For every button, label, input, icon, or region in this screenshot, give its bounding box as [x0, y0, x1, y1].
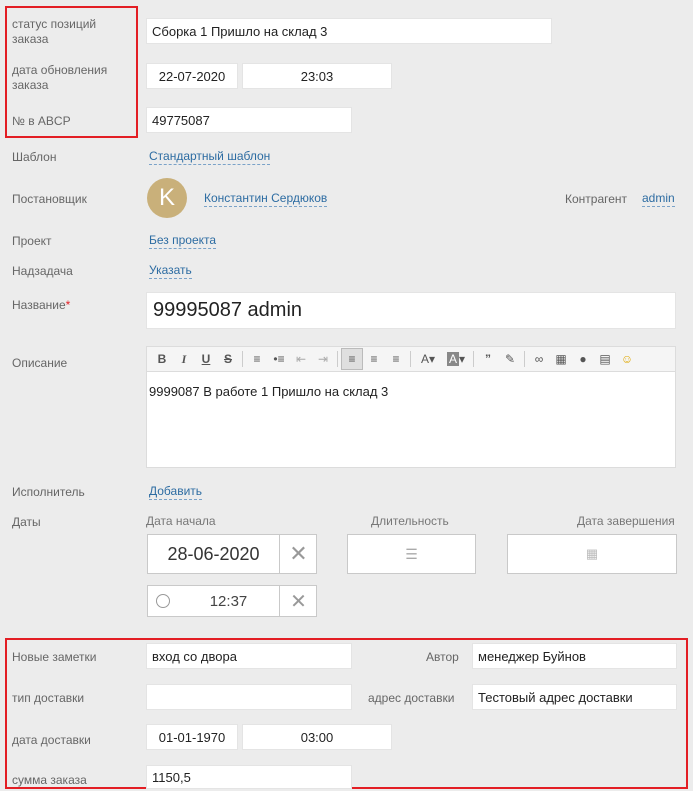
outdent-icon[interactable]: ⇤ [290, 348, 312, 370]
mention-user-icon[interactable]: ● [572, 348, 594, 370]
strikethrough-icon[interactable]: S [217, 348, 239, 370]
counterparty-label: Контрагент [565, 192, 628, 206]
sliders-icon: ☰ [405, 545, 418, 562]
abcp-input[interactable]: 49775087 [146, 107, 352, 133]
assignee-link[interactable]: Добавить [149, 484, 203, 500]
underline-icon[interactable]: U [195, 348, 217, 370]
delivery-date-input[interactable]: 01-01-1970 [146, 724, 238, 750]
delivery-date-label: дата доставки [12, 733, 91, 747]
duration-input[interactable]: ☰ [347, 534, 476, 574]
template-link[interactable]: Стандартный шаблон [149, 149, 271, 165]
update-date-label: дата обновления заказа [12, 63, 108, 92]
align-left-icon[interactable]: ≡ [341, 348, 363, 370]
description-label: Описание [12, 356, 68, 370]
start-date-label: Дата начала [146, 514, 216, 528]
project-link[interactable]: Без проекта [149, 233, 217, 249]
project-label: Проект [12, 234, 52, 248]
end-date-input[interactable]: ▦ [507, 534, 677, 574]
delivery-address-label: адрес доставки [368, 691, 455, 705]
update-date-input[interactable]: 22-07-2020 [146, 63, 238, 89]
clear-start-time-button[interactable]: ✕ [279, 586, 317, 616]
end-date-label: Дата завершения [577, 514, 675, 528]
align-right-icon[interactable]: ≡ [385, 348, 407, 370]
abcp-label: № в ABCP [12, 114, 71, 128]
background-color-icon[interactable]: A ▾ [442, 348, 470, 370]
link-icon[interactable]: ∞ [528, 348, 550, 370]
delivery-type-input[interactable] [146, 684, 352, 710]
avatar[interactable]: K [147, 178, 187, 218]
toolbar-divider [524, 351, 525, 367]
attachment-icon[interactable]: ▤ [594, 348, 616, 370]
description-editor[interactable]: 9999087 В работе 1 Пришло на склад 3 [146, 372, 676, 468]
author-input[interactable]: менеджер Буйнов [472, 643, 677, 669]
title-input[interactable]: 99995087 admin [146, 292, 676, 329]
counterparty-link[interactable]: admin [642, 191, 675, 207]
bold-icon[interactable]: B [151, 348, 173, 370]
close-icon: ✕ [289, 541, 308, 566]
template-label: Шаблон [12, 150, 57, 164]
toolbar-divider [473, 351, 474, 367]
order-sum-input[interactable]: 1150,5 [146, 765, 352, 789]
editor-toolbar: B I U S ≡ •≡ ⇤ ⇥ ≡ ≡ ≡ A▾ A ▾ ” ✎ ∞ ▦ ● ▤… [146, 346, 676, 372]
status-label: статус позиций заказа [12, 17, 97, 46]
code-icon[interactable]: ✎ [499, 348, 521, 370]
table-icon[interactable]: ▦ [550, 348, 572, 370]
status-input[interactable]: Сборка 1 Пришло на склад 3 [146, 18, 552, 44]
start-date-input[interactable]: 28-06-2020 ✕ [147, 534, 317, 574]
emoji-icon[interactable]: ☺ [616, 348, 638, 370]
title-label: Название* [12, 298, 71, 312]
update-time-input[interactable]: 23:03 [242, 63, 392, 89]
bullet-list-icon[interactable]: •≡ [268, 348, 290, 370]
indent-icon[interactable]: ⇥ [312, 348, 334, 370]
text-color-icon[interactable]: A▾ [414, 348, 442, 370]
delivery-time-input[interactable]: 03:00 [242, 724, 392, 750]
creator-label: Постановщик [12, 192, 87, 206]
clock-icon [156, 594, 170, 608]
quote-icon[interactable]: ” [477, 348, 499, 370]
delivery-address-input[interactable]: Тестовый адрес доставки [472, 684, 677, 710]
assignee-label: Исполнитель [12, 485, 85, 499]
creator-link[interactable]: Константин Сердюков [204, 191, 328, 207]
clear-start-date-button[interactable]: ✕ [279, 535, 317, 573]
calendar-icon: ▦ [585, 546, 599, 561]
delivery-type-label: тип доставки [12, 691, 85, 705]
author-label: Автор [426, 650, 459, 664]
close-icon: ✕ [290, 590, 307, 613]
parent-task-label: Надзадача [12, 264, 73, 278]
toolbar-divider [410, 351, 411, 367]
notes-label: Новые заметки [12, 650, 97, 664]
italic-icon[interactable]: I [173, 348, 195, 370]
start-time-input[interactable]: 12:37 ✕ [147, 585, 317, 617]
toolbar-divider [242, 351, 243, 367]
required-mark: * [65, 298, 71, 312]
align-center-icon[interactable]: ≡ [363, 348, 385, 370]
dates-label: Даты [12, 515, 41, 529]
numbered-list-icon[interactable]: ≡ [246, 348, 268, 370]
toolbar-divider [337, 351, 338, 367]
parent-task-link[interactable]: Указать [149, 263, 192, 279]
duration-label: Длительность [371, 514, 449, 528]
notes-input[interactable]: вход со двора [146, 643, 352, 669]
order-sum-label: сумма заказа [12, 773, 87, 787]
